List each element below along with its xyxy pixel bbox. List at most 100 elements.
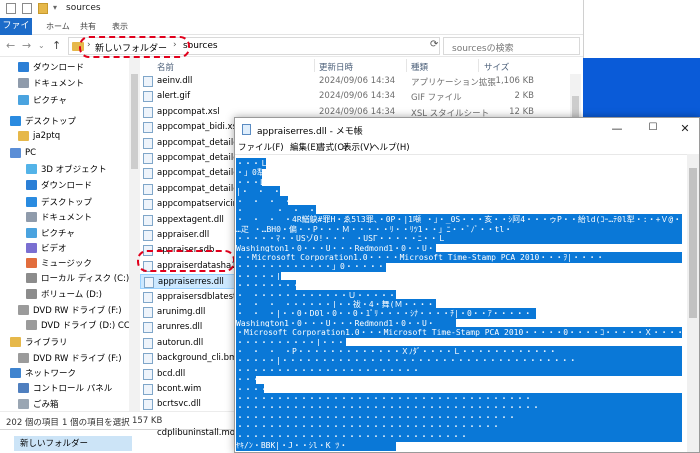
column-name[interactable]: 名前 xyxy=(157,61,174,73)
nav-item[interactable]: ピクチャ xyxy=(26,225,75,240)
nav-item[interactable]: ドキュメント xyxy=(26,209,92,224)
nav-item[interactable]: デスクトップ xyxy=(10,113,76,128)
3d-objects-icon xyxy=(26,163,37,174)
nav-item[interactable]: デスクトップ xyxy=(26,194,92,209)
nav-item-label: DVD RW ドライブ (F:) xyxy=(33,305,122,316)
ribbon-tabs: ファイル ホーム 共有 表示 xyxy=(0,18,583,48)
dvd-icon xyxy=(26,319,37,330)
navigation-pane: ダウンロード📌ドキュメント📌 ピクチャ📌 デスクトップ ja2ptq PC 3D オブジェ… xyxy=(0,57,140,411)
file-size: 1,106 KB xyxy=(495,76,534,86)
search-input[interactable]: sourcesの検索 xyxy=(443,37,580,55)
column-header-row: 名前 更新日時 種類 サイズ xyxy=(140,57,583,74)
nav-item-label: DVD RW ドライブ (F:) xyxy=(33,353,122,364)
file-icon xyxy=(143,214,153,226)
file-name: appextagent.dll xyxy=(157,214,224,225)
maximize-icon[interactable]: ☐ xyxy=(645,122,661,133)
recycle-bin-icon xyxy=(18,398,29,409)
disk-icon xyxy=(26,272,37,283)
file-icon xyxy=(143,368,153,380)
file-list-scrollbar-thumb[interactable] xyxy=(572,96,579,118)
selection-size: 157 KB xyxy=(132,416,163,426)
download-icon xyxy=(18,61,29,72)
file-icon xyxy=(143,230,153,241)
nav-item[interactable]: ミュージック xyxy=(26,255,92,270)
navigation-scrollbar-thumb[interactable] xyxy=(131,74,138,169)
nav-item-label: 3D オブジェクト xyxy=(41,164,107,175)
nav-item[interactable]: ピクチャ📌 xyxy=(18,92,140,107)
background-window xyxy=(583,0,700,58)
refresh-icon[interactable]: ⟳ xyxy=(430,39,438,50)
nav-item-label: ボリューム (D:) xyxy=(41,289,102,300)
music-icon xyxy=(26,257,37,268)
tab-view[interactable]: 表示 xyxy=(112,21,128,32)
file-name: background_cli.bmp xyxy=(157,353,243,364)
column-date[interactable]: 更新日時 xyxy=(319,61,353,73)
back-arrow-icon[interactable]: ← xyxy=(6,39,15,52)
file-name: appraisersdblatestc xyxy=(157,291,242,302)
file-row[interactable]: alert.gif 2024/09/06 14:34 GIF ファイル 2 KB xyxy=(140,89,570,104)
notepad-scrollbar-thumb[interactable] xyxy=(689,168,697,318)
file-icon xyxy=(143,307,153,318)
minimize-icon[interactable]: — xyxy=(609,122,625,135)
nav-item-label: ドキュメント xyxy=(41,212,93,223)
new-folder-icon[interactable] xyxy=(38,3,48,14)
nav-item[interactable]: ごみ箱 xyxy=(18,396,59,411)
file-name: bcd.dll xyxy=(157,368,186,379)
file-icon xyxy=(143,322,153,334)
tab-file[interactable]: ファイル xyxy=(0,18,32,48)
nav-item[interactable]: ローカル ディスク (C:) xyxy=(26,270,129,285)
file-name: bcont.wim xyxy=(157,384,202,394)
file-icon xyxy=(143,183,153,195)
nav-item-label: ドキュメント xyxy=(33,78,85,89)
column-divider[interactable] xyxy=(314,59,315,72)
menu-view[interactable]: 表示(V) xyxy=(343,141,372,153)
nav-item[interactable]: ネットワーク xyxy=(10,365,76,380)
desktop-icon xyxy=(26,196,37,207)
nav-item[interactable]: ダウンロード xyxy=(26,177,92,192)
nav-item-label: DVD ドライブ (D:) CCCOMA_X xyxy=(41,320,140,331)
nav-item[interactable]: 3D オブジェクト xyxy=(26,161,107,176)
up-arrow-icon[interactable]: ↑ xyxy=(52,39,61,52)
nav-item[interactable]: DVD RW ドライブ (F:) xyxy=(18,302,122,317)
nav-item-label: デスクトップ xyxy=(25,116,77,127)
column-type[interactable]: 種類 xyxy=(411,61,428,73)
menu-help[interactable]: ヘルプ(H) xyxy=(371,141,410,153)
menu-file[interactable]: ファイル(F) xyxy=(238,141,284,153)
recent-dropdown-icon[interactable]: ⌄ xyxy=(38,41,45,50)
quick-access-dropdown-icon[interactable]: ▾ xyxy=(53,3,57,12)
nav-item[interactable]: DVD ドライブ (D:) CCCOMA_X xyxy=(26,317,140,332)
file-name[interactable]: cdplibuninstall.mof xyxy=(157,428,238,438)
close-icon[interactable]: ✕ xyxy=(677,122,693,135)
menu-edit[interactable]: 編集(E) xyxy=(290,141,319,153)
nav-item-label: ビデオ xyxy=(41,243,67,254)
file-icon xyxy=(143,137,153,149)
tab-share[interactable]: 共有 xyxy=(80,21,96,32)
file-icon xyxy=(143,199,153,211)
column-size[interactable]: サイズ xyxy=(484,61,509,73)
column-divider[interactable] xyxy=(478,59,479,72)
forward-arrow-icon[interactable]: → xyxy=(22,39,31,52)
file-name: appcompat_detaile xyxy=(157,137,239,148)
file-icon xyxy=(143,399,153,411)
notepad-menubar: ファイル(F) 編集(E) 書式(O) 表示(V) ヘルプ(H) xyxy=(235,140,699,154)
column-divider[interactable] xyxy=(406,59,407,72)
selected-text-line: ・・・・・・・・・・・・・・・・・・・・・・・ xyxy=(236,364,682,376)
nav-item[interactable]: ドキュメント📌 xyxy=(18,75,140,90)
nav-item[interactable]: DVD RW ドライブ (F:) xyxy=(18,350,122,365)
nav-item[interactable]: ビデオ xyxy=(26,240,67,255)
nav-item[interactable]: ライブラリ xyxy=(10,334,68,349)
nav-item[interactable]: ボリューム (D:) xyxy=(26,286,102,301)
pictures-icon xyxy=(26,227,37,238)
file-icon xyxy=(143,384,153,395)
file-icon xyxy=(143,91,153,103)
properties-icon[interactable] xyxy=(22,3,32,14)
nav-item[interactable]: ja2ptq xyxy=(18,128,60,143)
file-date: 2024/09/06 14:34 xyxy=(319,91,396,102)
nav-item[interactable]: ダウンロード📌 xyxy=(18,59,140,74)
nav-item[interactable]: コントロール パネル xyxy=(18,380,112,395)
file-row[interactable]: aeinv.dll 2024/09/06 14:34 アプリケーション拡張 1,106… xyxy=(140,74,570,89)
nav-item[interactable]: PC xyxy=(10,145,36,160)
notepad-text-area[interactable]: ・・・Ｌ|・」0犁|◆・・・L||・ ・ ・」・ ・ ・ ・・ ・ ・ ・・ ・… xyxy=(235,154,687,452)
tab-home[interactable]: ホーム xyxy=(46,21,70,32)
documents-icon xyxy=(18,77,29,88)
